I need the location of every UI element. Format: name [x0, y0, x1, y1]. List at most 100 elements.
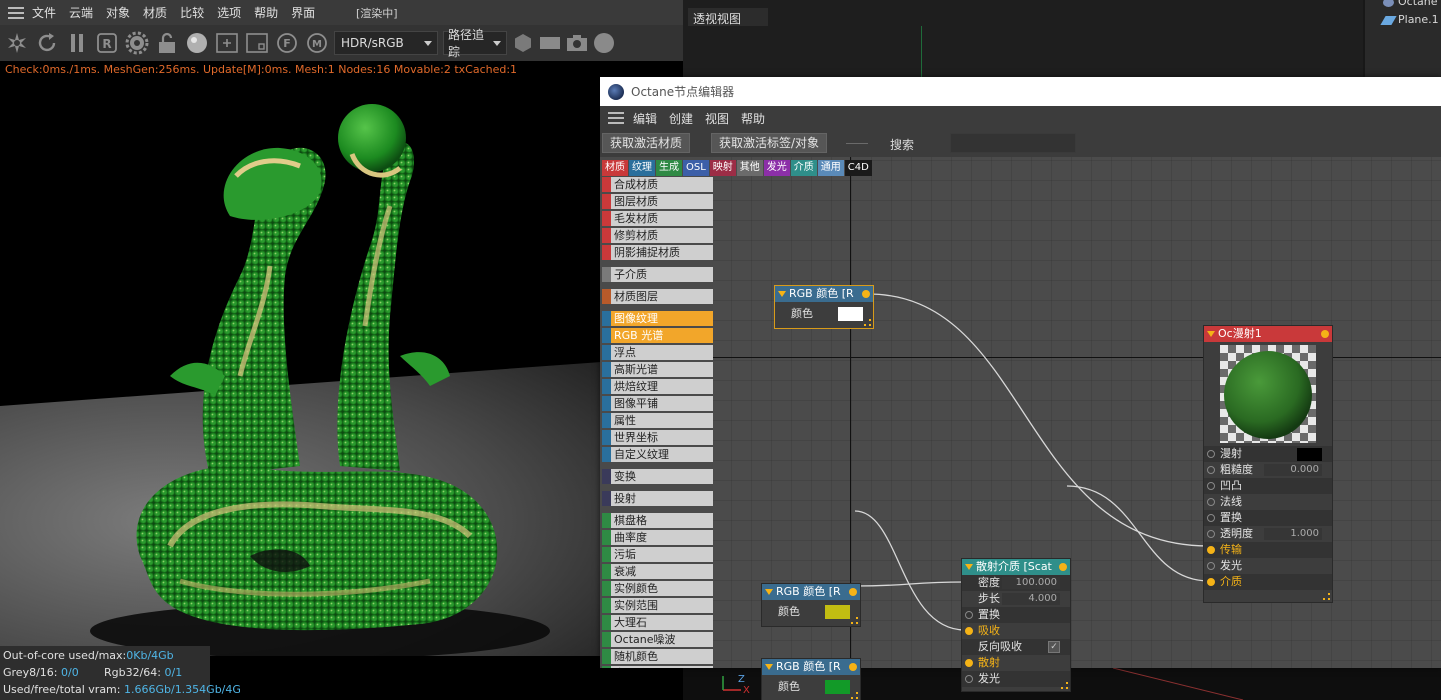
category-tab[interactable]: 介质 — [790, 160, 817, 176]
category-tab[interactable]: 纹理 — [629, 160, 655, 176]
diffuse-color-swatch[interactable] — [1297, 448, 1322, 461]
color-swatch[interactable] — [825, 680, 850, 694]
f-mode-icon[interactable]: F — [274, 30, 300, 56]
collapse-triangle-icon[interactable] — [1207, 331, 1215, 337]
node-list-item[interactable]: 图像纹理 — [602, 311, 713, 326]
node-header[interactable]: RGB 颜色 [R — [775, 286, 873, 302]
node-list-item[interactable]: 烘焙纹理 — [602, 379, 713, 394]
node-list-item[interactable]: 材质图层 — [602, 289, 713, 304]
input-port[interactable] — [965, 675, 973, 683]
menu-edit[interactable]: 编辑 — [633, 110, 657, 127]
input-port[interactable] — [1207, 482, 1215, 490]
category-tab[interactable]: 其他 — [736, 160, 763, 176]
node-list-item[interactable]: 高斯光谱 — [602, 362, 713, 377]
step-value-field[interactable]: 4.000 — [1002, 593, 1060, 605]
perspective-view-tab[interactable]: 透视视图 — [688, 8, 768, 26]
resize-handle-icon[interactable] — [864, 319, 871, 326]
input-port[interactable] — [1207, 546, 1215, 554]
hexagon-icon[interactable] — [512, 32, 534, 54]
get-active-tag-button[interactable]: 获取激活标签/对象 — [711, 133, 827, 153]
add-region-icon[interactable] — [214, 30, 240, 56]
node-list-item[interactable]: 世界坐标 — [602, 430, 713, 445]
output-port[interactable] — [862, 290, 870, 298]
menu-help[interactable]: 帮助 — [741, 110, 765, 127]
rgb-color-node-white[interactable]: RGB 颜色 [R 颜色 — [774, 285, 874, 329]
category-tab[interactable]: 材质 — [602, 160, 628, 176]
category-tab[interactable]: OSL — [683, 160, 709, 176]
settings-gear-icon[interactable] — [124, 30, 150, 56]
node-header[interactable]: 散射介质 [Scat — [962, 559, 1070, 575]
search-input[interactable] — [950, 133, 1076, 153]
category-tab[interactable]: 发光 — [763, 160, 790, 176]
rgb-color-node-yellow[interactable]: RGB 颜色 [R 颜色 — [761, 583, 861, 627]
node-list-item[interactable]: 自定义纹理 — [602, 447, 713, 462]
color-swatch[interactable] — [825, 605, 850, 619]
input-port[interactable] — [965, 659, 973, 667]
render-region-icon[interactable]: R — [94, 30, 120, 56]
node-list-item[interactable]: 属性 — [602, 413, 713, 428]
diffuse-material-node[interactable]: Oc漫射1 漫射 粗糙度 0.000 凹凸 法线 置换 透明度 1.000 传输… — [1203, 325, 1333, 603]
lock-icon[interactable] — [154, 30, 180, 56]
roughness-value-field[interactable]: 0.000 — [1264, 464, 1322, 476]
input-port[interactable] — [1207, 514, 1215, 522]
collapse-triangle-icon[interactable] — [965, 564, 973, 570]
scattering-medium-node[interactable]: 散射介质 [Scat 密度 100.000 步长 4.000 置换 吸收 反向吸收 ✓… — [961, 558, 1071, 692]
node-list-item[interactable]: Octane噪波 — [602, 632, 713, 647]
node-list-item[interactable]: 图像平铺 — [602, 396, 713, 411]
menu-help[interactable]: 帮助 — [254, 4, 278, 21]
object-row-plane[interactable]: Plane.1 — [1380, 13, 1439, 26]
collapse-triangle-icon[interactable] — [765, 664, 773, 670]
menu-options[interactable]: 选项 — [217, 4, 241, 21]
resize-handle-icon[interactable] — [1323, 593, 1330, 600]
resize-handle-icon[interactable] — [851, 617, 858, 624]
node-list-item[interactable]: 污垢 — [602, 547, 713, 562]
node-list-item[interactable]: 投射 — [602, 491, 713, 506]
menu-material[interactable]: 材质 — [143, 4, 167, 21]
node-header[interactable]: Oc漫射1 — [1204, 326, 1332, 342]
display-mode-select[interactable]: HDR/sRGB — [334, 31, 438, 55]
send-scene-icon[interactable] — [4, 30, 30, 56]
node-list-item[interactable]: 衰减 — [602, 564, 713, 579]
input-port[interactable] — [965, 611, 973, 619]
node-list-item[interactable]: 浮点 — [602, 345, 713, 360]
node-list-item[interactable]: 实例颜色 — [602, 581, 713, 596]
density-value-field[interactable]: 100.000 — [1002, 577, 1060, 589]
collapse-triangle-icon[interactable] — [778, 291, 786, 297]
input-port[interactable] — [1207, 450, 1215, 458]
node-list-item[interactable]: 阴影捕捉材质 — [602, 245, 713, 260]
resize-handle-icon[interactable] — [1061, 682, 1068, 689]
menu-hamburger-icon[interactable] — [8, 6, 24, 19]
input-port[interactable] — [1207, 498, 1215, 506]
node-list-item[interactable]: 子介质 — [602, 267, 713, 282]
sphere-icon[interactable] — [593, 32, 615, 54]
node-list-item[interactable]: 大理石 — [602, 615, 713, 630]
menu-view[interactable]: 视图 — [705, 110, 729, 127]
output-port[interactable] — [1321, 330, 1329, 338]
output-port[interactable] — [1059, 563, 1067, 571]
get-active-material-button[interactable]: 获取激活材质 — [602, 133, 690, 153]
resize-handle-icon[interactable] — [851, 692, 858, 699]
menu-file[interactable]: 文件 — [32, 4, 56, 21]
node-header[interactable]: RGB 颜色 [R — [762, 659, 860, 675]
pause-icon[interactable] — [64, 30, 90, 56]
category-tab[interactable]: 生成 — [656, 160, 682, 176]
input-port[interactable] — [1207, 530, 1215, 538]
node-list-item[interactable]: 实例范围 — [602, 598, 713, 613]
node-list-item[interactable]: 脊形分形 — [602, 666, 713, 668]
node-list-item[interactable]: 合成材质 — [602, 177, 713, 192]
rgb-color-node-green[interactable]: RGB 颜色 [R 颜色 — [761, 658, 861, 700]
focus-picker-icon[interactable] — [244, 30, 270, 56]
output-port[interactable] — [849, 663, 857, 671]
color-swatch[interactable] — [838, 307, 863, 321]
node-list-item[interactable]: 修剪材质 — [602, 228, 713, 243]
input-port[interactable] — [1207, 466, 1215, 474]
object-row-octane[interactable]: Octane — [1383, 0, 1438, 8]
node-header[interactable]: RGB 颜色 [R — [762, 584, 860, 600]
node-list-item[interactable]: 图层材质 — [602, 194, 713, 209]
node-list-item[interactable]: 随机颜色 — [602, 649, 713, 664]
restart-render-icon[interactable] — [34, 30, 60, 56]
category-tab[interactable]: 通用 — [817, 160, 844, 176]
category-tab[interactable]: C4D — [844, 160, 872, 176]
node-list-item[interactable]: 变换 — [602, 469, 713, 484]
category-tab[interactable]: 映射 — [709, 160, 736, 176]
